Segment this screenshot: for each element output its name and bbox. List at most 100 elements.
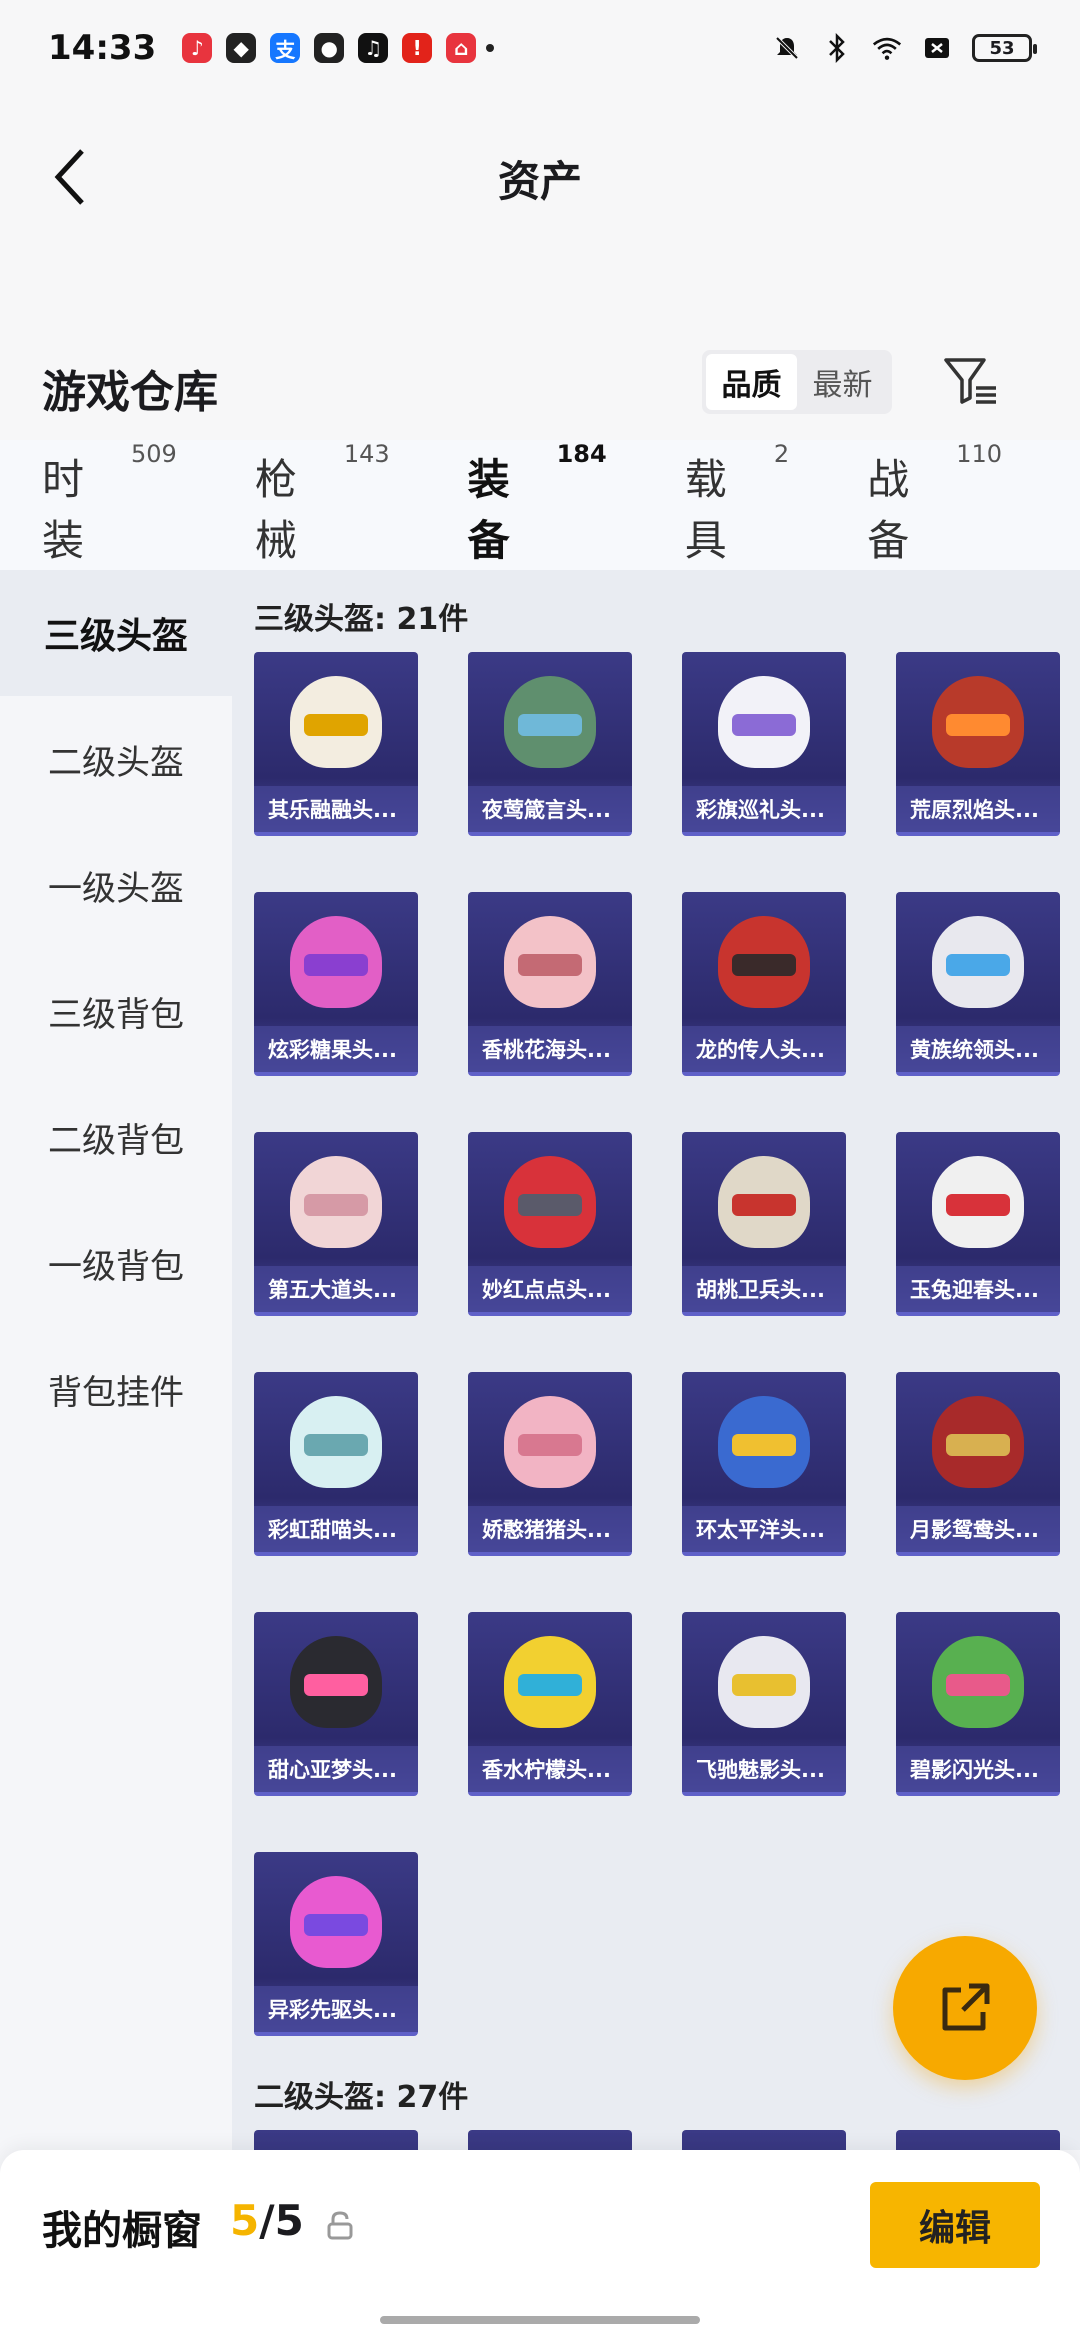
item-name: 妙红点点头... — [468, 1266, 632, 1312]
notification-icons: ♪ ◆ 支 ● ♫! ⌂ — [182, 33, 477, 63]
bluetooth-icon — [822, 33, 852, 63]
helmet-card[interactable]: 香水柠檬头... — [468, 1612, 632, 1796]
item-name: 玉兔迎春头... — [896, 1266, 1060, 1312]
helmet-card[interactable]: 炫彩糖果头... — [254, 892, 418, 1076]
tab-3[interactable]: 载具 2 — [684, 440, 790, 568]
sort-option-latest[interactable]: 最新 — [797, 354, 888, 410]
helmet-card[interactable] — [254, 2130, 418, 2150]
edit-button[interactable]: 编辑 — [870, 2182, 1040, 2268]
item-name: 彩旗巡礼头... — [682, 786, 846, 832]
home-indicator[interactable] — [380, 2316, 700, 2324]
sidebar-item-0[interactable]: 三级头盔 — [0, 570, 232, 696]
sim-icon — [922, 33, 952, 63]
helmet-card[interactable]: 妙红点点头... — [468, 1132, 632, 1316]
sidebar-item-2[interactable]: 一级头盔 — [0, 822, 232, 948]
helmet-visor — [732, 714, 796, 736]
sidebar-item-3[interactable]: 三级背包 — [0, 948, 232, 1074]
tab-count: 110 — [956, 440, 1003, 468]
helmet-visor — [946, 954, 1010, 976]
item-name: 香桃花海头... — [468, 1026, 632, 1072]
item-name: 环太平洋头... — [682, 1506, 846, 1552]
item-name: 荒原烈焰头... — [896, 786, 1060, 832]
sort-option-quality[interactable]: 品质 — [706, 354, 797, 410]
share-button[interactable] — [893, 1936, 1037, 2080]
sidebar-item-5[interactable]: 一级背包 — [0, 1200, 232, 1326]
helmet-card[interactable]: 飞驰魅影头... — [682, 1612, 846, 1796]
tab-2[interactable]: 装备 184 — [468, 440, 607, 586]
helmet-card[interactable]: 娇憨猪猪头... — [468, 1372, 632, 1556]
item-name: 黄族统领头... — [896, 1026, 1060, 1072]
helmet-visor — [518, 1674, 582, 1696]
helmet-card[interactable]: 彩旗巡礼头... — [682, 652, 846, 836]
item-name: 娇憨猪猪头... — [468, 1506, 632, 1552]
sort-toggle: 品质 最新 — [702, 350, 892, 414]
sidebar-item-1[interactable]: 二级头盔 — [0, 696, 232, 822]
sidebar-item-4[interactable]: 二级背包 — [0, 1074, 232, 1200]
tab-count: 184 — [556, 440, 607, 468]
tab-0[interactable]: 时装 509 — [42, 440, 177, 568]
page-title: 资产 — [497, 157, 582, 206]
helmet-card[interactable]: 夜莺箴言头... — [468, 652, 632, 836]
sidebar-item-6[interactable]: 背包挂件 — [0, 1326, 232, 1452]
helmet-card[interactable]: 黄族统领头... — [896, 892, 1060, 1076]
warehouse-title: 游戏仓库 — [42, 367, 218, 418]
helmet-visor — [732, 954, 796, 976]
helmet-card[interactable]: 胡桃卫兵头... — [682, 1132, 846, 1316]
helmet-card[interactable]: 玉兔迎春头... — [896, 1132, 1060, 1316]
showcase-count: 5/5 — [230, 2196, 304, 2245]
filter-button[interactable] — [940, 350, 1000, 410]
filter-icon — [944, 358, 996, 404]
helmet-visor — [732, 1674, 796, 1696]
item-name: 其乐融融头... — [254, 786, 418, 832]
lock-icon — [327, 2211, 353, 2240]
tab-4[interactable]: 战备 110 — [867, 440, 1003, 568]
helmet-visor — [946, 1434, 1010, 1456]
item-name: 异彩先驱头... — [254, 1986, 418, 2032]
helmet-card[interactable]: 其乐融融头... — [254, 652, 418, 836]
item-name: 月影鸳鸯头... — [896, 1506, 1060, 1552]
tab-count: 509 — [131, 440, 177, 468]
tiktok-icon: ♫ — [358, 33, 389, 63]
more-notifications-dot — [486, 44, 495, 52]
helmet-card[interactable]: 彩虹甜喵头... — [254, 1372, 418, 1556]
helmet-visor — [732, 1434, 796, 1456]
app-header: 资产 — [0, 96, 1080, 336]
helmet-card[interactable]: 碧影闪光头... — [896, 1612, 1060, 1796]
helmet-visor — [304, 1674, 368, 1696]
helmet-card[interactable]: 第五大道头... — [254, 1132, 418, 1316]
helmet-card[interactable]: 环太平洋头... — [682, 1372, 846, 1556]
showcase-current: 5 — [230, 2196, 260, 2245]
system-status: 53 — [772, 33, 1037, 63]
item-name: 夜莺箴言头... — [468, 786, 632, 832]
tab-label: 战备 — [867, 455, 910, 565]
item-name: 香水柠檬头... — [468, 1746, 632, 1792]
helmet-visor — [304, 1434, 368, 1456]
helmet-card[interactable]: 龙的传人头... — [682, 892, 846, 1076]
music-icon: ♪ — [182, 33, 213, 63]
item-name: 碧影闪光头... — [896, 1746, 1060, 1792]
helmet-visor — [304, 1914, 368, 1936]
tab-count: 143 — [343, 440, 390, 468]
helmet-card[interactable] — [896, 2130, 1060, 2150]
helmet-card[interactable]: 异彩先驱头... — [254, 1852, 418, 2036]
tab-label: 时装 — [42, 455, 85, 565]
helmet-card[interactable]: 月影鸳鸯头... — [896, 1372, 1060, 1556]
helmet-card[interactable] — [468, 2130, 632, 2150]
item-name: 彩虹甜喵头... — [254, 1506, 418, 1552]
helmet-card[interactable]: 香桃花海头... — [468, 892, 632, 1076]
helmet-visor — [518, 954, 582, 976]
tab-label: 载具 — [684, 455, 727, 565]
helmet-visor — [304, 1194, 368, 1216]
subcategory-sidebar: 三级头盔 二级头盔 一级头盔 三级背包 二级背包 一级背包 背包挂件 — [0, 570, 232, 2150]
helmet-visor — [946, 1674, 1010, 1696]
share-icon — [942, 1983, 990, 2031]
helmet-visor — [518, 714, 582, 736]
helmet-visor — [304, 954, 368, 976]
helmet-card[interactable]: 荒原烈焰头... — [896, 652, 1060, 836]
helmet-card[interactable]: 甜心亚梦头... — [254, 1612, 418, 1796]
tab-1[interactable]: 枪械 143 — [254, 440, 390, 568]
helmet-visor — [732, 1194, 796, 1216]
helmet-card[interactable] — [682, 2130, 846, 2150]
showcase-label: 我的橱窗 — [42, 2208, 202, 2254]
tab-label: 枪械 — [254, 455, 297, 565]
